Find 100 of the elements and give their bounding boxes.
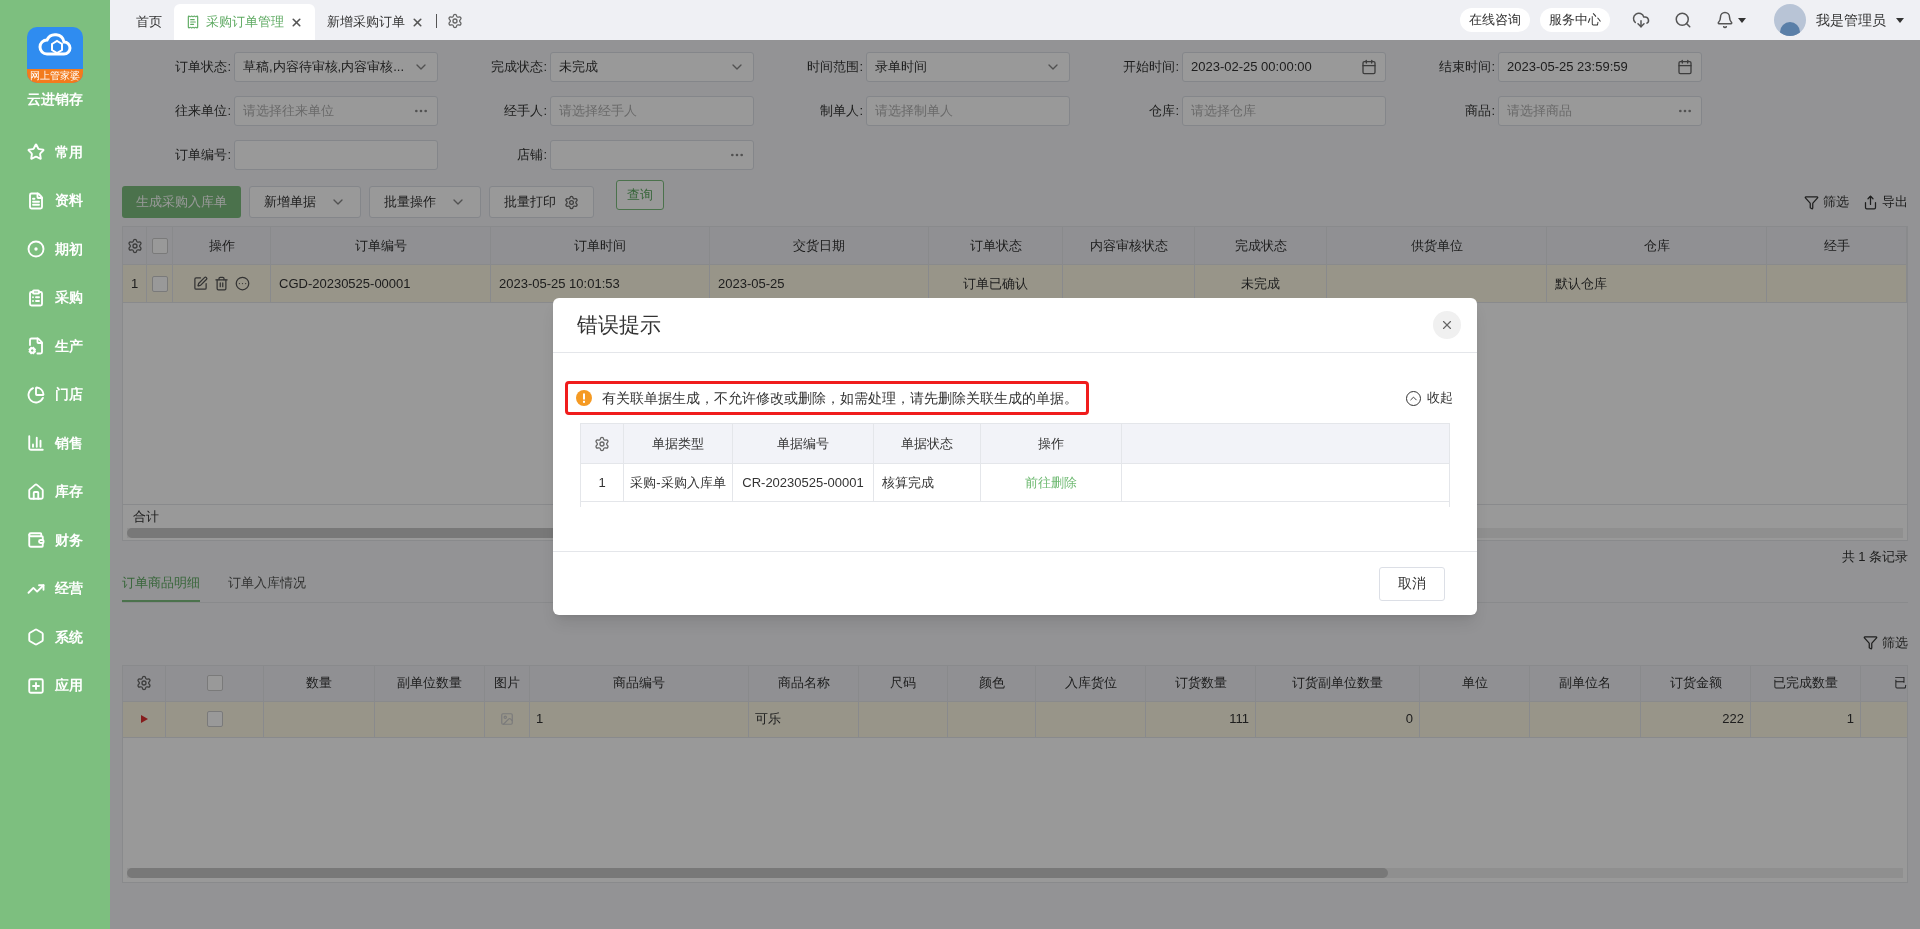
input-field[interactable] (550, 140, 754, 170)
column-header: 操作 (981, 424, 1122, 463)
sidebar-item[interactable]: 常用 (0, 128, 110, 177)
scrollbar[interactable] (127, 867, 1903, 878)
print-button[interactable]: 批量打印 (489, 186, 594, 218)
column-header: 交货日期 (710, 227, 929, 264)
row-number: 1 (581, 464, 624, 501)
column-header: 供货单位 (1327, 227, 1547, 264)
table-cell-text: 111 (1229, 710, 1249, 729)
sidebar-item[interactable]: 库存 (0, 467, 110, 516)
settings-icon (564, 194, 579, 210)
column-header: 已完成数量 (1751, 665, 1861, 701)
sidebar-item[interactable]: 门店 (0, 370, 110, 419)
column-header: 仓库 (1547, 227, 1767, 264)
document-icon (186, 15, 200, 29)
column-header: 单位 (1420, 665, 1530, 701)
header-button[interactable]: 服务中心 (1540, 8, 1610, 32)
document-icon (27, 191, 45, 210)
error-message: 有关联单据生成，不允许修改或删除，如需处理，请先删除关联生成的单据。 (565, 381, 1089, 415)
sidebar-item[interactable]: 资料 (0, 176, 110, 225)
column-header: 订单时间 (491, 227, 710, 264)
checkbox[interactable] (206, 675, 223, 691)
delete-icon[interactable] (214, 276, 229, 291)
sidebar-item[interactable]: 系统 (0, 613, 110, 662)
table-cell-text: 2023-05-25 10:01:53 (499, 274, 620, 293)
table-cell-text: CR-20230525-00001 (742, 473, 864, 492)
bell-icon[interactable] (1716, 11, 1734, 29)
tab[interactable]: 订单商品明细 (122, 572, 200, 602)
cancel-button[interactable]: 取消 (1379, 566, 1445, 601)
table-cell-text: 默认仓库 (1555, 274, 1607, 293)
avatar[interactable] (1774, 4, 1806, 36)
table-cell-text: CGD-20230525-00001 (279, 274, 411, 293)
table-cell-text: 采购-采购入库单 (630, 473, 726, 492)
tab[interactable]: 订单入库情况 (228, 572, 306, 602)
sidebar-item[interactable]: 生产 (0, 322, 110, 371)
date-field[interactable]: 2023-05-25 23:59:59 (1498, 52, 1702, 82)
export-icon (1863, 194, 1878, 210)
column-header: 颜色 (948, 665, 1036, 701)
select-field[interactable]: 未完成 (550, 52, 754, 82)
settings-icon[interactable] (594, 435, 610, 452)
settings-icon[interactable] (136, 675, 152, 691)
more-icon[interactable] (235, 276, 250, 291)
search-icon[interactable] (1674, 11, 1692, 29)
collapse-button[interactable]: 收起 (1406, 388, 1453, 408)
app-logo[interactable]: 网上管家婆 (27, 27, 83, 83)
table-cell-text: 核算完成 (882, 473, 934, 492)
tab[interactable]: 采购订单管理 (174, 4, 315, 40)
table-cell-text: 未完成 (1241, 274, 1280, 293)
filter-icon (1804, 194, 1819, 210)
warning-icon (576, 390, 592, 406)
field-label: 往来单位: (174, 102, 232, 121)
primary-button[interactable]: 生成采购入库单 (122, 186, 241, 218)
column-header: 单据状态 (874, 424, 981, 463)
current-row-icon (140, 715, 148, 723)
select-field[interactable]: 录单时间 (866, 52, 1070, 82)
cloud-download-icon[interactable] (1632, 11, 1650, 29)
delete-link[interactable]: 前往删除 (1025, 472, 1077, 493)
sidebar-item[interactable]: 销售 (0, 419, 110, 468)
column-header: 完成状态 (1195, 227, 1327, 264)
settings-icon[interactable] (126, 237, 143, 254)
settings-icon[interactable] (447, 13, 463, 29)
wallet-icon (27, 531, 45, 550)
edit-icon[interactable] (193, 276, 208, 291)
dropdown-button[interactable]: 批量操作 (369, 186, 481, 218)
field-label: 时间范围: (806, 58, 864, 77)
calendar-icon (1361, 59, 1377, 75)
checkbox[interactable] (151, 237, 168, 254)
field-label: 结束时间: (1438, 58, 1496, 77)
field-label: 开始时间: (1122, 58, 1180, 77)
sidebar-item[interactable]: 经营 (0, 564, 110, 613)
query-button[interactable]: 查询 (616, 180, 664, 210)
column-header: 订货数量 (1146, 665, 1256, 701)
select-field[interactable]: 草稿,内容待审核,内容审核... (234, 52, 438, 82)
field-label: 订单状态: (174, 58, 232, 77)
table-cell-text: 1 (1846, 710, 1854, 729)
header-button[interactable]: 在线咨询 (1460, 8, 1530, 32)
column-header: 订单状态 (929, 227, 1063, 264)
table-cell-text: 2023-05-25 (718, 274, 785, 293)
dropdown-button[interactable]: 新增单据 (249, 186, 361, 218)
sidebar-item[interactable]: 期初 (0, 225, 110, 274)
tab[interactable]: 新增采购订单 (315, 4, 436, 40)
column-header: 商品编号 (530, 665, 749, 701)
sidebar-item[interactable]: 应用 (0, 661, 110, 710)
close-icon[interactable] (290, 15, 303, 29)
star-icon (27, 143, 45, 162)
close-button[interactable] (1433, 311, 1461, 339)
export-button[interactable]: 导出 (1863, 192, 1908, 212)
user-name[interactable]: 我是管理员 (1816, 9, 1886, 31)
checkbox[interactable] (151, 275, 168, 292)
date-field[interactable]: 2023-02-25 00:00:00 (1182, 52, 1386, 82)
plus-icon (27, 676, 45, 695)
row-number: 1 (123, 265, 148, 302)
close-icon[interactable] (411, 15, 424, 29)
sidebar-item[interactable]: 财务 (0, 516, 110, 565)
tab[interactable]: 首页 (124, 4, 174, 40)
filter-button[interactable]: 筛选 (1804, 192, 1849, 212)
checkbox[interactable] (206, 711, 223, 727)
caret-icon (1738, 17, 1746, 23)
sidebar-item[interactable]: 采购 (0, 273, 110, 322)
filter-button[interactable]: 筛选 (1863, 633, 1908, 653)
